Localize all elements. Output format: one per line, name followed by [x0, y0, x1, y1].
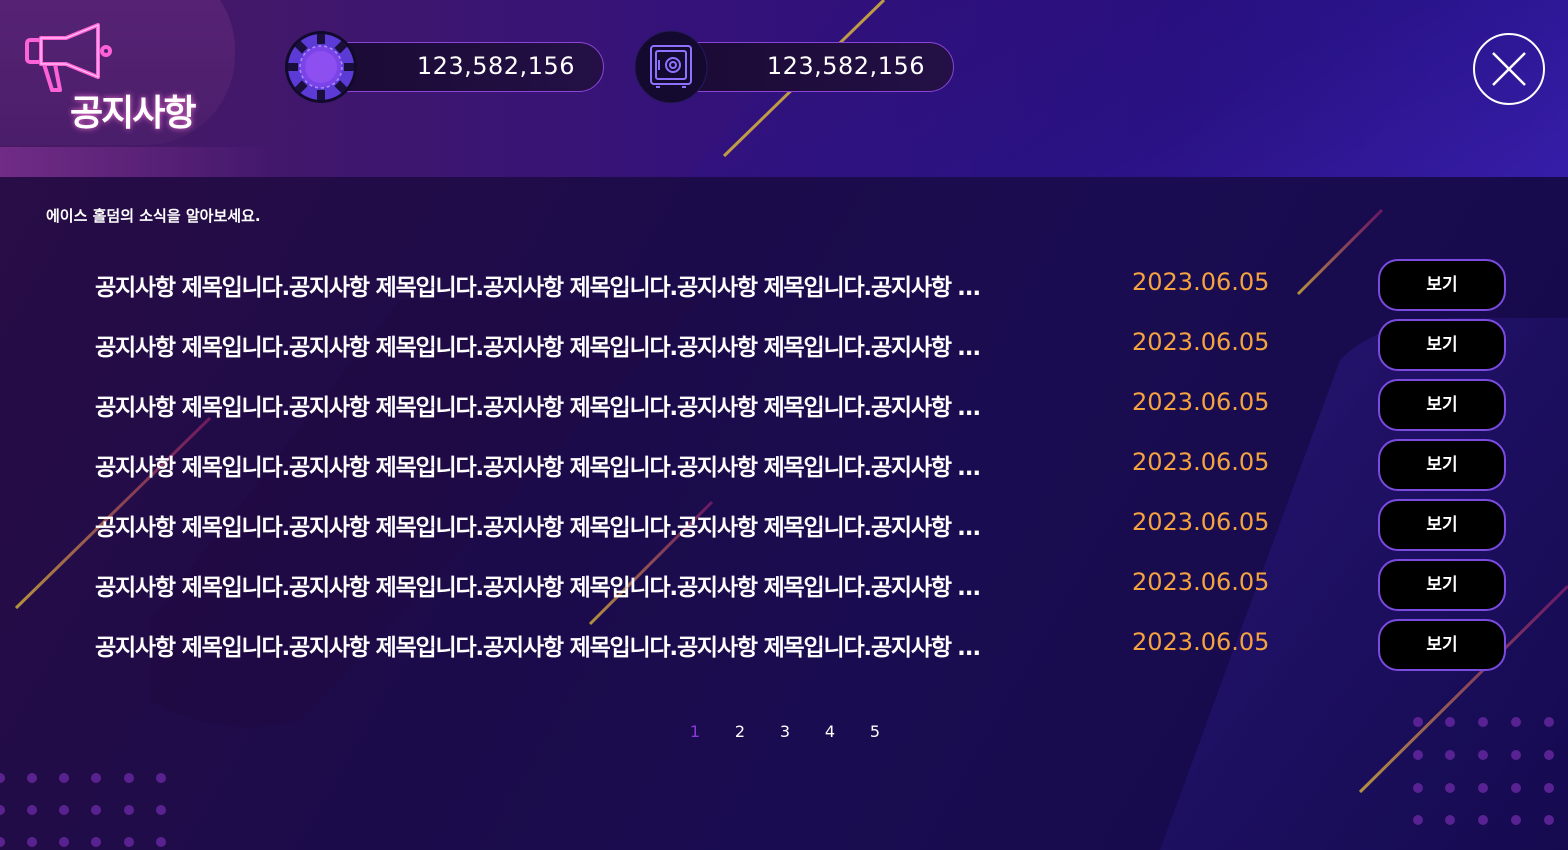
notice-row: 공지사항 제목입니다.공지사항 제목입니다.공지사항 제목입니다.공지사항 제목…	[0, 256, 1568, 316]
page-link-2[interactable]: 2	[725, 722, 755, 741]
notice-title: 공지사항 제목입니다.공지사항 제목입니다.공지사항 제목입니다.공지사항 제목…	[95, 635, 1000, 661]
notice-title: 공지사항 제목입니다.공지사항 제목입니다.공지사항 제목입니다.공지사항 제목…	[95, 455, 1000, 481]
header-bar: 공지사항 123,582,156 123,582,156	[0, 0, 1568, 177]
view-button[interactable]: 보기	[1378, 379, 1506, 431]
view-button[interactable]: 보기	[1378, 499, 1506, 551]
notice-date: 2023.06.05	[1132, 388, 1270, 416]
view-button[interactable]: 보기	[1378, 559, 1506, 611]
close-icon	[1492, 52, 1526, 86]
notice-date: 2023.06.05	[1132, 628, 1270, 656]
close-button[interactable]	[1473, 33, 1545, 105]
notice-row: 공지사항 제목입니다.공지사항 제목입니다.공지사항 제목입니다.공지사항 제목…	[0, 616, 1568, 676]
notice-row: 공지사항 제목입니다.공지사항 제목입니다.공지사항 제목입니다.공지사항 제목…	[0, 496, 1568, 556]
notice-date: 2023.06.05	[1132, 508, 1270, 536]
page-subtitle: 에이스 홀덤의 소식을 알아보세요.	[46, 207, 261, 225]
notice-screen: 공지사항 123,582,156 123,582,156 에이스 홀덤의 소식을…	[0, 0, 1568, 850]
notice-title: 공지사항 제목입니다.공지사항 제목입니다.공지사항 제목입니다.공지사항 제목…	[95, 575, 1000, 601]
view-button[interactable]: 보기	[1378, 439, 1506, 491]
page-title: 공지사항	[70, 93, 196, 134]
notice-date: 2023.06.05	[1132, 268, 1270, 296]
safe-icon	[634, 30, 708, 104]
notice-title: 공지사항 제목입니다.공지사항 제목입니다.공지사항 제목입니다.공지사항 제목…	[95, 275, 1000, 301]
notice-date: 2023.06.05	[1132, 568, 1270, 596]
notice-title: 공지사항 제목입니다.공지사항 제목입니다.공지사항 제목입니다.공지사항 제목…	[95, 335, 1000, 361]
safe-amount: 123,582,156	[766, 52, 925, 80]
notice-row: 공지사항 제목입니다.공지사항 제목입니다.공지사항 제목입니다.공지사항 제목…	[0, 556, 1568, 616]
view-button[interactable]: 보기	[1378, 619, 1506, 671]
page-link-3[interactable]: 3	[770, 722, 800, 741]
notice-list: 공지사항 제목입니다.공지사항 제목입니다.공지사항 제목입니다.공지사항 제목…	[0, 256, 1568, 676]
notice-date: 2023.06.05	[1132, 328, 1270, 356]
page-link-1[interactable]: 1	[680, 722, 710, 741]
page-link-4[interactable]: 4	[815, 722, 845, 741]
notice-title: 공지사항 제목입니다.공지사항 제목입니다.공지사항 제목입니다.공지사항 제목…	[95, 515, 1000, 541]
notice-row: 공지사항 제목입니다.공지사항 제목입니다.공지사항 제목입니다.공지사항 제목…	[0, 436, 1568, 496]
notice-title: 공지사항 제목입니다.공지사항 제목입니다.공지사항 제목입니다.공지사항 제목…	[95, 395, 1000, 421]
casino-chip-icon	[285, 31, 357, 103]
view-button[interactable]: 보기	[1378, 319, 1506, 371]
page-link-5[interactable]: 5	[860, 722, 890, 741]
view-button[interactable]: 보기	[1378, 259, 1506, 311]
notice-row: 공지사항 제목입니다.공지사항 제목입니다.공지사항 제목입니다.공지사항 제목…	[0, 376, 1568, 436]
notice-row: 공지사항 제목입니다.공지사항 제목입니다.공지사항 제목입니다.공지사항 제목…	[0, 316, 1568, 376]
chip-amount: 123,582,156	[416, 52, 575, 80]
notice-date: 2023.06.05	[1132, 448, 1270, 476]
